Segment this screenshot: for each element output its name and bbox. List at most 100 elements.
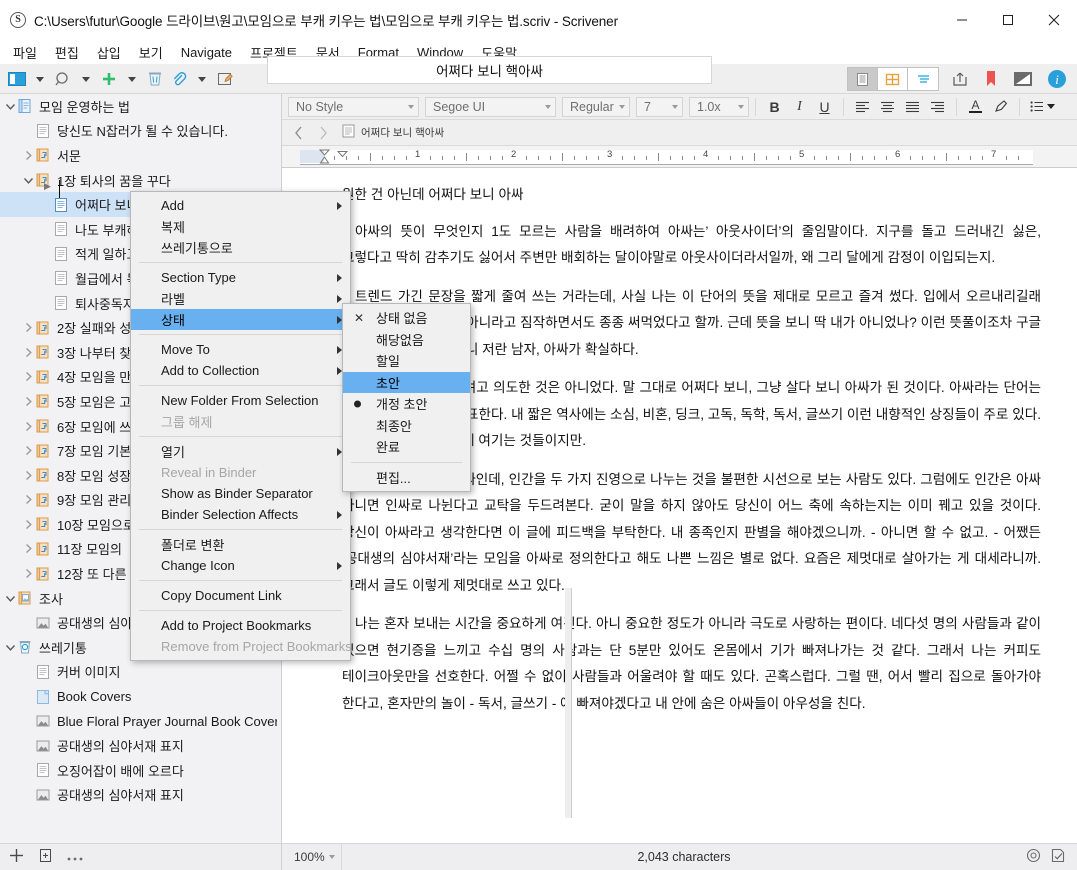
chevron-down-icon[interactable] (3, 94, 17, 118)
underline-button[interactable]: U (812, 96, 837, 118)
compile-icon[interactable] (949, 66, 971, 92)
menu-file[interactable]: 파일 (4, 41, 46, 64)
first-line-indent-marker[interactable] (336, 148, 349, 163)
menu-item[interactable]: New Folder From Selection (131, 390, 350, 411)
binder-item[interactable]: 당신도 N잡러가 될 수 있습니다. (0, 119, 281, 144)
font-select[interactable]: Segoe UI (425, 96, 556, 117)
align-left-icon[interactable] (850, 96, 875, 118)
chevron-right-icon[interactable] (21, 340, 35, 364)
menu-item[interactable]: 상태 (131, 309, 350, 330)
menu-item[interactable]: Change Icon (131, 555, 350, 576)
menu-item[interactable]: Add to Collection (131, 360, 350, 381)
menu-item[interactable]: 폴더로 변환 (131, 534, 350, 555)
binder-context-menu[interactable]: Add 복제 쓰레기통으로 Section Type 라벨 상태 Move To Add to… (130, 191, 352, 661)
target-icon[interactable] (1026, 848, 1041, 866)
attachment-icon[interactable] (168, 66, 190, 92)
chevron-right-icon[interactable] (21, 537, 35, 561)
chevron-right-icon[interactable] (21, 512, 35, 536)
chevron-left-icon[interactable] (290, 123, 308, 143)
chevron-right-icon[interactable] (21, 439, 35, 463)
binder-item[interactable]: Blue Floral Prayer Journal Book Cover (0, 709, 281, 734)
menu-item[interactable]: 초안 (343, 371, 470, 393)
split-view-icon[interactable] (1011, 66, 1035, 92)
binder-item[interactable]: 공대생의 심야서재 표지 (0, 733, 281, 758)
chevron-down-icon[interactable] (3, 586, 17, 610)
italic-button[interactable]: I (787, 96, 812, 118)
text-editor[interactable]: 원한 건 아닌데 어쩌다 보니 아싸아싸의 뜻이 무엇인지 1도 모르는 사람을… (282, 168, 1077, 843)
menu-item[interactable]: Copy Document Link (131, 585, 350, 606)
page-check-icon[interactable] (1051, 848, 1065, 866)
menu-item[interactable]: 개정 초안 (343, 393, 470, 415)
close-button[interactable] (1031, 0, 1077, 40)
indent-marker[interactable] (318, 148, 331, 168)
menu-item[interactable]: Section Type (131, 267, 350, 288)
view-outliner-button[interactable] (908, 68, 938, 90)
document-title-field[interactable]: 어쩌다 보니 핵아싸 (267, 56, 712, 84)
menu-navigate[interactable]: Navigate (172, 43, 241, 62)
style-select[interactable]: No Style (288, 96, 419, 117)
add-icon[interactable] (98, 66, 120, 92)
trash-icon[interactable] (144, 66, 166, 92)
chevron-right-icon[interactable] (21, 389, 35, 413)
menu-item[interactable]: 복제 (131, 216, 350, 237)
chevron-right-icon[interactable] (21, 463, 35, 487)
menu-item[interactable]: 할일 (343, 350, 470, 372)
menu-edit[interactable]: 편집 (46, 41, 88, 64)
more-options-icon[interactable] (67, 850, 84, 865)
chevron-right-icon[interactable] (21, 488, 35, 512)
menu-item[interactable]: 해당없음 (343, 329, 470, 351)
menu-view[interactable]: 보기 (130, 41, 172, 64)
binder-toggle-icon[interactable] (6, 66, 28, 92)
align-right-icon[interactable] (925, 96, 950, 118)
menu-item[interactable]: Add to Project Bookmarks (131, 615, 350, 636)
font-weight-select[interactable]: Regular (562, 96, 630, 117)
menu-item[interactable]: Show as Binder Separator (131, 483, 350, 504)
menu-item[interactable]: 편집... (343, 467, 470, 489)
binder-item[interactable]: 1장 퇴사의 꿈을 꾸다 (0, 168, 281, 193)
document-paragraph[interactable]: 아싸의 뜻이 무엇인지 1도 모르는 사람을 배려하여 아싸는’ 아웃사이더’의… (342, 219, 1041, 272)
chevron-right-icon[interactable] (21, 365, 35, 389)
document-paragraph[interactable]: 원한 건 아닌데 어쩌다 보니 아싸 (342, 182, 1041, 209)
menu-item[interactable]: Add (131, 195, 350, 216)
menu-item[interactable]: 쓰레기통으로 (131, 237, 350, 258)
list-icon[interactable] (1026, 96, 1060, 118)
align-justify-icon[interactable] (900, 96, 925, 118)
binder-item[interactable]: 모임 운영하는 법 (0, 94, 281, 119)
add-dropdown[interactable] (122, 66, 142, 92)
chevron-right-icon[interactable] (21, 562, 35, 586)
binder-toggle-dropdown[interactable] (30, 66, 50, 92)
menu-item[interactable]: 라벨 (131, 288, 350, 309)
menu-item[interactable]: Binder Selection Affects (131, 504, 350, 525)
editor-ruler[interactable]: 1 2 3 4 5 6 7 (282, 146, 1077, 168)
binder-item[interactable]: 공대생의 심야서재 표지 (0, 783, 281, 808)
align-center-icon[interactable] (875, 96, 900, 118)
bookmark-icon[interactable] (981, 66, 1001, 92)
search-icon[interactable] (52, 66, 74, 92)
chevron-right-icon[interactable] (21, 143, 35, 167)
compose-icon[interactable] (214, 66, 236, 92)
text-color-button[interactable]: A (963, 96, 988, 118)
binder-item[interactable]: Book Covers (0, 684, 281, 709)
chevron-right-icon[interactable] (21, 316, 35, 340)
menu-item[interactable]: 완료 (343, 436, 470, 458)
attachment-dropdown[interactable] (192, 66, 212, 92)
zoom-control[interactable]: 100% (282, 844, 342, 870)
bold-button[interactable]: B (762, 96, 787, 118)
status-submenu[interactable]: ✕ 상태 없음 해당없음 할일 초안 개정 초안 최종안 완료 편집... (342, 303, 471, 492)
minimize-button[interactable] (939, 0, 985, 40)
binder-item[interactable]: 커버 이미지 (0, 660, 281, 685)
menu-insert[interactable]: 삽입 (88, 41, 130, 64)
binder-item[interactable]: 오징어잡이 배에 오르다 (0, 758, 281, 783)
highlight-icon[interactable] (988, 96, 1013, 118)
inspector-icon[interactable]: i (1045, 66, 1069, 92)
line-spacing-select[interactable]: 1.0x (689, 96, 749, 117)
chevron-down-icon[interactable] (3, 635, 17, 659)
add-folder-icon[interactable] (38, 848, 53, 866)
font-size-select[interactable]: 7 (636, 96, 683, 117)
binder-item[interactable]: 서문 (0, 143, 281, 168)
document-paragraph[interactable]: 나는 혼자 보내는 시간을 중요하게 여긴다. 아니 중요한 정도가 아니라 극… (342, 611, 1041, 717)
chevron-down-icon[interactable] (21, 168, 35, 192)
view-corkboard-button[interactable] (878, 68, 908, 90)
search-dropdown[interactable] (76, 66, 96, 92)
maximize-button[interactable] (985, 0, 1031, 40)
